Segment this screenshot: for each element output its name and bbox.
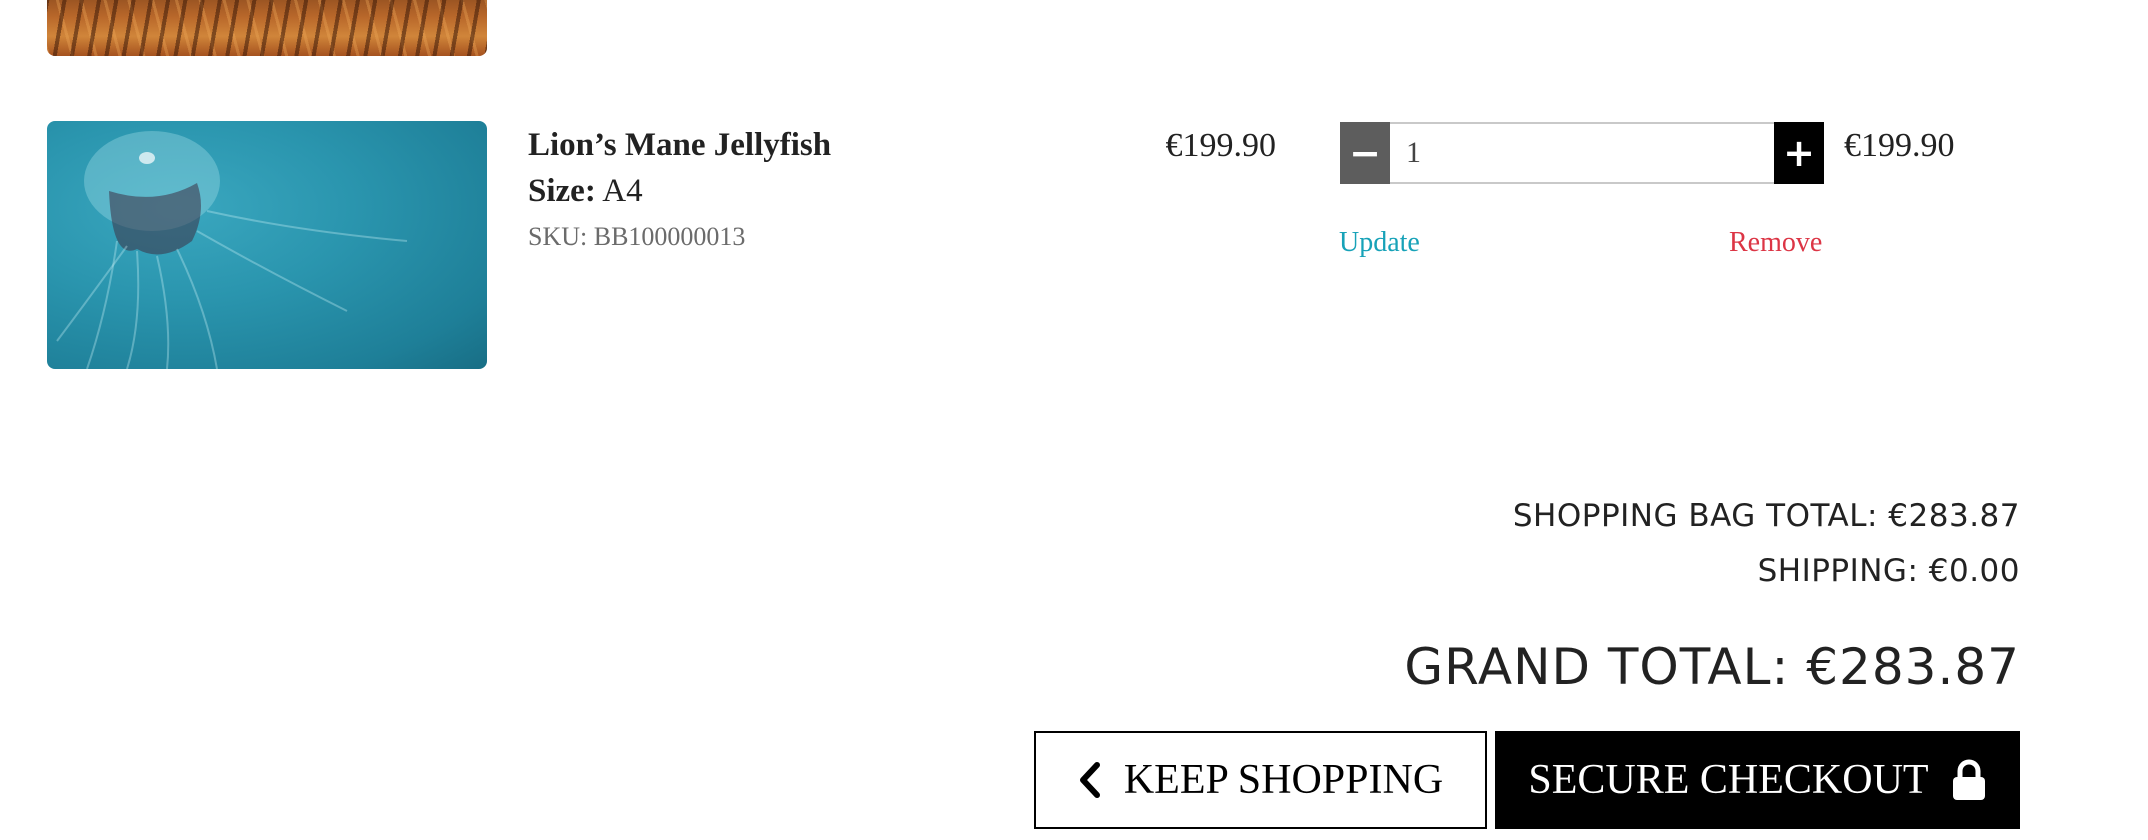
product-size: Size: A4 [528, 173, 643, 210]
jellyfish-image [56, 131, 408, 369]
size-label: Size: [528, 173, 596, 209]
product-sku: SKU: BB100000013 [528, 222, 746, 251]
quantity-stepper: − + [1340, 122, 1824, 184]
shipping-total: SHIPPING: €0.00 [1757, 553, 2020, 589]
decrement-button[interactable]: − [1340, 122, 1390, 184]
remove-link[interactable]: Remove [1729, 227, 1822, 259]
item-subtotal: €199.90 [1844, 127, 1955, 164]
chevron-left-icon [1079, 762, 1100, 798]
product-name: Lion’s Mane Jellyfish [528, 127, 832, 163]
keep-shopping-button[interactable]: KEEP SHOPPING [1034, 731, 1487, 829]
lock-icon [1952, 759, 1985, 800]
unit-price: €199.90 [1165, 127, 1277, 164]
keep-shopping-label: KEEP SHOPPING [1123, 757, 1444, 803]
cart-item-row: Lion’s Mane Jellyfish Size: A4 SKU: BB10… [0, 121, 2148, 371]
size-value: A4 [602, 173, 643, 209]
increment-button[interactable]: + [1774, 122, 1824, 184]
product-thumbnail [47, 121, 487, 369]
secure-checkout-label: SECURE CHECKOUT [1528, 757, 1929, 803]
previous-item-thumbnail [47, 0, 487, 56]
quantity-input[interactable] [1390, 122, 1774, 184]
shopping-bag-total: SHOPPING BAG TOTAL: €283.87 [1512, 498, 2020, 534]
update-link[interactable]: Update [1339, 227, 1420, 259]
grand-total: GRAND TOTAL: €283.87 [1404, 638, 2020, 696]
secure-checkout-button[interactable]: SECURE CHECKOUT [1495, 731, 2020, 829]
